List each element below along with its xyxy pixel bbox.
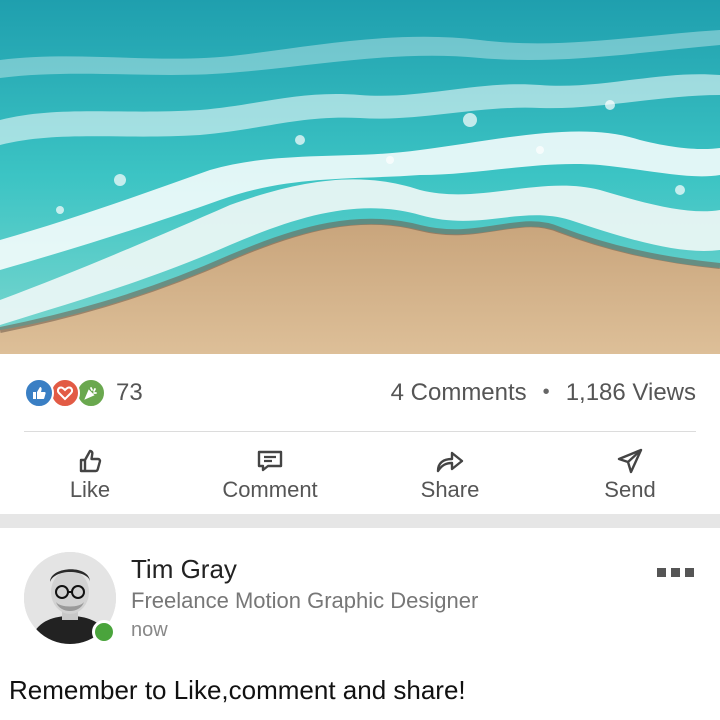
love-reaction-icon xyxy=(50,377,80,408)
share-label: Share xyxy=(420,477,480,502)
like-button[interactable]: Like xyxy=(0,432,180,514)
like-label: Like xyxy=(69,477,111,502)
post-header: Tim Gray Freelance Motion Graphic Design… xyxy=(0,528,720,658)
celebrate-reaction-icon xyxy=(76,377,106,408)
comment-icon xyxy=(256,443,284,475)
comment-button[interactable]: Comment xyxy=(180,432,360,514)
author-headline: Freelance Motion Graphic Designer xyxy=(131,588,479,613)
post-image[interactable] xyxy=(0,0,720,354)
more-dot-icon xyxy=(657,568,666,577)
like-reaction-icon xyxy=(24,377,54,408)
share-button[interactable]: Share xyxy=(360,432,540,514)
social-counts-bar: 73 4 Comments • 1,186 Views xyxy=(24,354,696,432)
thumbs-up-icon xyxy=(76,443,104,475)
separator-dot: • xyxy=(542,381,550,403)
more-dot-icon xyxy=(685,568,694,577)
section-divider xyxy=(0,514,720,528)
post-timestamp: now xyxy=(131,619,168,641)
more-options-button[interactable] xyxy=(657,568,694,577)
more-dot-icon xyxy=(671,568,680,577)
send-icon xyxy=(616,443,644,475)
post-actions-bar: Like Comment Share Send xyxy=(0,432,720,514)
online-status-indicator xyxy=(92,620,116,644)
send-button[interactable]: Send xyxy=(540,432,720,514)
reaction-count[interactable]: 73 xyxy=(116,379,143,407)
beach-waves-image xyxy=(0,0,720,354)
views-count[interactable]: 1,186 Views xyxy=(566,379,696,407)
share-arrow-icon xyxy=(434,443,466,475)
reactions-summary[interactable]: 73 xyxy=(24,377,143,408)
author-name[interactable]: Tim Gray xyxy=(131,554,237,585)
send-label: Send xyxy=(604,477,656,502)
post-text: Remember to Like,comment and share! xyxy=(9,675,466,705)
comment-label: Comment xyxy=(222,477,318,502)
comments-count[interactable]: 4 Comments xyxy=(391,379,527,407)
